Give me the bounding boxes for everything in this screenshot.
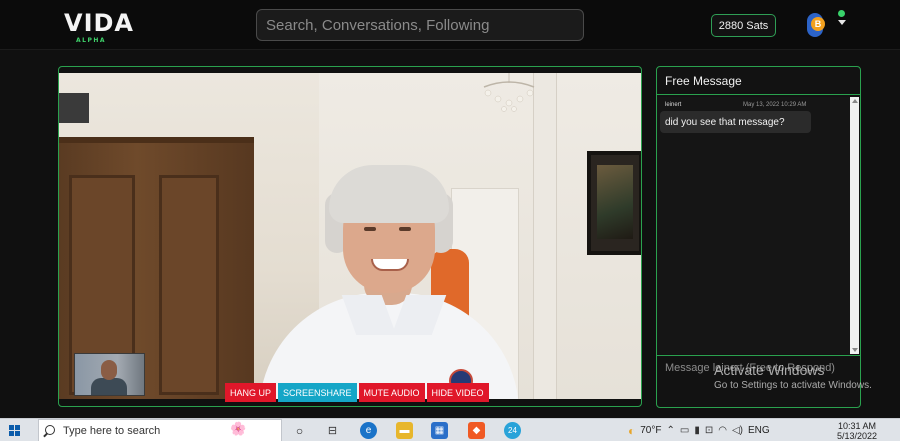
usb-icon[interactable]: ▮ (694, 425, 700, 436)
chat-title: Free Message (665, 74, 742, 88)
chandelier-icon (483, 73, 535, 112)
wardrobe-panel-right (159, 175, 219, 395)
video-eye-left (364, 227, 376, 231)
app-badge-icon[interactable]: 24 (504, 422, 521, 439)
app-root: VIDA ALPHA 2880 Sats B (0, 0, 900, 441)
remote-video (59, 73, 641, 399)
wifi-icon[interactable]: ◠ (718, 425, 727, 436)
video-eye-right (399, 227, 411, 231)
video-hair (329, 165, 449, 223)
message-bubble: did you see that message? (660, 111, 811, 133)
hide-video-button[interactable]: HIDE VIDEO (426, 383, 489, 402)
printer-icon[interactable]: ⊡ (705, 425, 713, 436)
painting-canvas (597, 165, 633, 239)
logo-subtitle: ALPHA (76, 37, 107, 44)
message-list[interactable]: leinert May 13, 2022 10:29 AM did you se… (657, 97, 850, 354)
hang-up-button[interactable]: HANG UP (225, 383, 277, 402)
windows-start-icon[interactable] (9, 425, 21, 437)
battery-icon[interactable]: ▭ (680, 425, 689, 436)
chat-title-divider (657, 94, 860, 95)
search-icon (45, 425, 55, 435)
message-author[interactable]: leinert (665, 102, 681, 108)
weather-temp[interactable]: 70°F (640, 425, 661, 436)
chat-input-divider (657, 355, 860, 356)
store-icon[interactable]: ▦ (431, 422, 448, 439)
search-highlight-icon: 🌸 (230, 421, 247, 436)
edge-icon[interactable]: e (360, 422, 377, 439)
volume-icon[interactable]: ◁) (732, 425, 743, 436)
video-panel: HANG UP SCREENSHARE MUTE AUDIO HIDE VIDE… (58, 66, 642, 407)
taskbar-clock[interactable]: 10:31 AM 5/13/2022 (832, 421, 882, 441)
widgets-icon[interactable]: ⊟ (324, 422, 341, 439)
show-hidden-icons-icon[interactable]: ⌃ (666, 425, 674, 436)
file-explorer-icon[interactable]: ▬ (396, 422, 413, 439)
chat-panel: Free Message leinert May 13, 2022 10:29 … (656, 66, 861, 408)
pip-head (101, 360, 117, 380)
pip-body (91, 378, 127, 395)
vida-logo[interactable]: VIDA (64, 11, 134, 35)
scroll-up-icon[interactable] (852, 99, 858, 103)
message-input[interactable] (659, 358, 859, 404)
search-input[interactable] (256, 9, 584, 41)
language-indicator[interactable]: ENG (748, 425, 770, 436)
avatar[interactable]: B (805, 12, 827, 38)
online-status-icon (838, 10, 845, 17)
clock-date: 5/13/2022 (836, 431, 878, 441)
call-controls: HANG UP SCREENSHARE MUTE AUDIO HIDE VIDE… (225, 383, 489, 402)
taskbar-search-placeholder: Type here to search (63, 424, 161, 437)
video-smile (371, 259, 409, 271)
screenshare-button[interactable]: SCREENSHARE (278, 383, 357, 402)
brave-icon[interactable]: ◆ (468, 422, 485, 439)
clock-time: 10:31 AM (837, 421, 877, 431)
task-view-icon[interactable]: ○ (291, 422, 308, 439)
weather-icon: ◐ (628, 423, 636, 438)
mute-audio-button[interactable]: MUTE AUDIO (358, 383, 425, 402)
local-video-preview[interactable] (74, 353, 145, 396)
windows-taskbar: Type here to search 🌸 ○ ⊟ e ▬ ▦ ◆ 24 ◐ 7… (0, 418, 900, 441)
video-painting (587, 151, 641, 255)
account-dropdown-icon[interactable] (838, 20, 846, 25)
message-timestamp: May 13, 2022 10:29 AM (743, 102, 807, 108)
scroll-down-icon[interactable] (852, 348, 858, 352)
bitcoin-icon: B (811, 17, 825, 31)
chat-scrollbar[interactable] (850, 97, 859, 354)
video-beam (533, 73, 557, 399)
top-header: VIDA ALPHA 2880 Sats B (0, 0, 900, 50)
sats-balance-button[interactable]: 2880 Sats (711, 14, 776, 37)
video-shelf (59, 93, 89, 123)
system-tray: ◐ 70°F ⌃ ▭ ▮ ⊡ ◠ ◁) ENG (628, 419, 770, 441)
